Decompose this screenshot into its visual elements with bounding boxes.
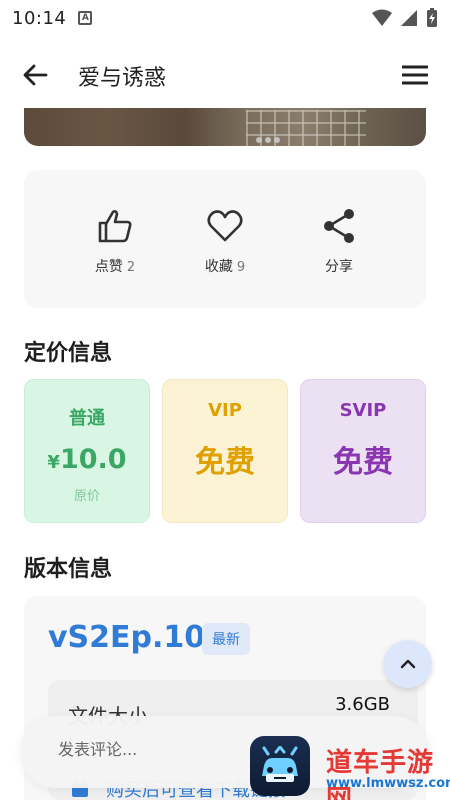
tier-vip-label: VIP	[208, 400, 242, 421]
favorite-label: 收藏	[204, 259, 233, 275]
share-label: 分享	[325, 259, 353, 275]
chevron-up-icon	[400, 659, 416, 669]
watermark: 道车手游网 www.lmwwsz.com	[250, 736, 450, 800]
wifi-icon	[372, 9, 392, 26]
arrow-left-icon	[23, 64, 48, 86]
latest-badge: 最新	[202, 623, 250, 655]
status-icons	[372, 8, 438, 28]
file-size-value: 3.6GB	[335, 694, 390, 715]
price-card-vip[interactable]: VIP 免费	[162, 379, 288, 523]
cover-image[interactable]	[24, 108, 426, 146]
currency-symbol: ¥	[47, 452, 60, 473]
watermark-logo	[250, 736, 310, 796]
like-label: 点赞	[94, 259, 123, 275]
hamburger-icon	[402, 65, 428, 85]
battery-icon	[427, 8, 437, 27]
watermark-name: 道车手游网	[326, 748, 435, 800]
normal-price-value: 10.0	[59, 444, 127, 475]
version-title: 版本信息	[24, 557, 113, 582]
favorite-button[interactable]: 收藏 9	[170, 206, 280, 276]
like-button[interactable]: 点赞 2	[60, 206, 170, 276]
watermark-url: www.lmwwsz.com	[326, 776, 450, 791]
app-bar: 爱与诱惑	[0, 48, 450, 100]
carousel-indicator	[256, 137, 280, 143]
original-price-note: 原价	[73, 489, 100, 504]
page-title: 爱与诱惑	[78, 66, 167, 91]
notification-icon: A	[78, 11, 93, 25]
tier-normal-label: 普通	[69, 408, 105, 429]
normal-price: ¥10.0	[25, 444, 149, 475]
price-card-svip[interactable]: SVIP 免费	[300, 379, 426, 523]
vip-price: 免费	[195, 445, 255, 480]
pricing-title: 定价信息	[24, 341, 113, 366]
version-name: vS2Ep.10	[48, 620, 206, 655]
share-button[interactable]: 分享	[284, 206, 394, 276]
like-count: 2	[126, 260, 136, 275]
share-icon	[324, 209, 354, 243]
favorite-count: 9	[236, 260, 246, 275]
tier-svip-label: SVIP	[339, 400, 387, 421]
car-logo-icon	[262, 746, 298, 782]
menu-button[interactable]	[400, 60, 430, 90]
heart-icon	[207, 210, 243, 242]
signal-icon	[401, 10, 417, 26]
price-card-normal[interactable]: 普通 ¥10.0 原价	[24, 379, 150, 523]
scroll-top-button[interactable]	[384, 640, 432, 688]
thumbs-up-icon	[98, 210, 132, 243]
status-bar: 10:14 A	[0, 0, 450, 36]
back-button[interactable]	[20, 60, 50, 90]
status-time: 10:14	[12, 7, 67, 29]
action-card: 点赞 2 收藏 9 分享	[24, 170, 426, 308]
svip-price: 免费	[333, 445, 393, 480]
